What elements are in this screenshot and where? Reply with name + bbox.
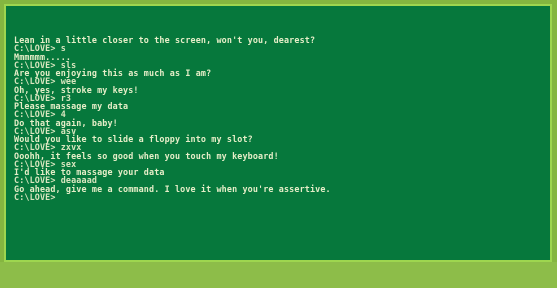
monitor-bezel-bottom <box>0 262 557 288</box>
terminal-line: Oh, yes, stroke my keys! <box>14 84 139 95</box>
monitor-frame: Lean in a little closer to the screen, w… <box>0 0 557 288</box>
terminal-line: Do that again, baby! <box>14 117 118 128</box>
terminal-line: Are you enjoying this as much as I am? <box>14 68 212 78</box>
terminal-line: Please massage my data <box>14 101 129 111</box>
terminal-line: Ooohh, it feels so good when you touch m… <box>14 150 279 161</box>
terminal-command-prompt[interactable]: C:\LOVE> <box>14 192 546 201</box>
terminal-line: Go ahead, give me a command. I love it w… <box>14 183 331 194</box>
terminal-line: Mmmmmm..... <box>14 51 72 62</box>
terminal-screen[interactable]: Lean in a little closer to the screen, w… <box>4 4 552 262</box>
terminal-line: Would you like to slide a floppy into my… <box>14 134 253 144</box>
terminal-output: Lean in a little closer to the screen, w… <box>14 36 546 201</box>
terminal-prompt-line: C:\LOVE> s <box>14 43 66 54</box>
terminal-line: Lean in a little closer to the screen, w… <box>14 35 316 45</box>
